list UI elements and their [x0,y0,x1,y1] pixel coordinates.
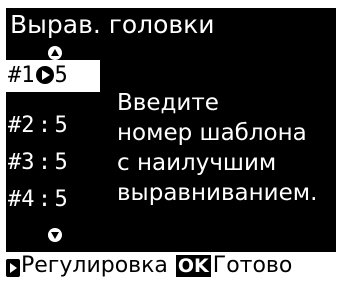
adjust-hint-label: Регулировка [21,253,168,278]
pattern-value: 5 [54,63,68,88]
instruction-message: Введите номер шаблона с наилучшим выравн… [117,88,332,208]
message-line: выравниванием. [117,180,318,206]
done-hint-label: Готово [212,253,293,278]
pattern-row-1[interactable]: #1 5 [6,60,100,92]
message-line: Введите [117,90,219,116]
ok-button-icon: OK [175,255,211,277]
lcd-screen: #1 5 #2:5 #3:5 #4:5 Введите номер шаблона… [6,42,336,252]
screen-title: Вырав. головки [6,8,336,42]
pattern-label: #3 [8,150,35,175]
pattern-separator: : [37,150,52,175]
message-line: номер шаблона [117,120,307,146]
triangle-up-icon[interactable] [48,46,62,60]
pattern-value: 5 [54,187,68,212]
play-right-icon [35,62,54,84]
triangle-down-icon[interactable] [48,228,62,242]
pattern-row-3[interactable]: #3:5 [8,147,68,179]
pattern-row-4[interactable]: #4:5 [8,184,68,216]
button-hints-bar: Регулировка OK Готово [6,252,336,280]
pattern-value: 5 [54,113,68,138]
pattern-label: #1 [8,63,35,88]
pattern-value: 5 [54,150,68,175]
pattern-separator: : [37,187,52,212]
play-right-icon [6,257,20,277]
pattern-separator: : [37,113,52,138]
pattern-label: #2 [8,113,35,138]
pattern-label: #4 [8,187,35,212]
pattern-row-2[interactable]: #2:5 [8,110,68,142]
message-line: с наилучшим [117,150,277,176]
